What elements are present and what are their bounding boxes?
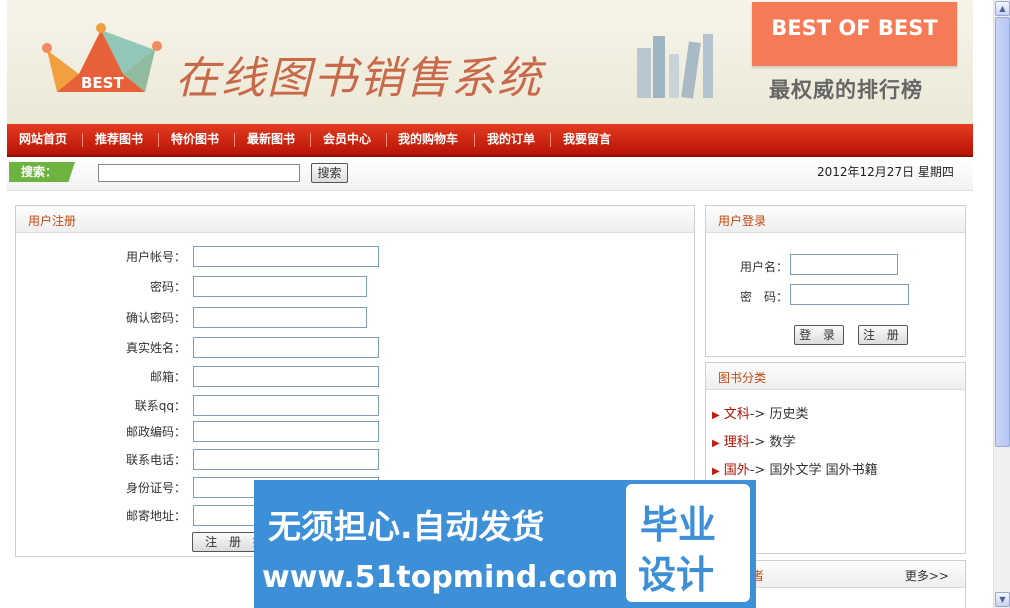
crown-logo-icon: BEST [42,23,162,92]
category-link-science[interactable]: 理科 [724,435,750,450]
login-panel-header: 用户登录 [706,206,965,233]
idcard-label: 身份证号： [125,481,186,495]
category-title: 图书分类 [718,371,767,385]
category-row: ▶ 文科-> 历史类 [712,403,808,422]
site-title: 在线图书销售系统 [175,53,543,104]
login-panel: 用户登录 用户名： 密 码： 登 录 注 册 [705,205,966,357]
postcode-label: 邮政编码： [125,425,186,439]
nav-recommended[interactable]: 推荐图书 [95,124,143,155]
realname-label: 真实姓名： [125,341,186,355]
nav-orders[interactable]: 我的订单 [487,124,535,155]
nav-cart[interactable]: 我的购物车 [398,124,458,155]
email-label: 邮箱： [149,370,186,384]
watermark-badge-line1: 毕业 [640,503,717,547]
category-row: ▶ 国外-> 国外文学 国外书籍 [712,459,878,478]
category-sep: -> [749,435,766,450]
login-username-input[interactable] [790,254,898,275]
nav-separator [158,133,159,147]
nav-separator [474,133,475,147]
account-input[interactable] [193,246,379,267]
nav-special[interactable]: 特价图书 [171,124,219,155]
nav-member-center[interactable]: 会员中心 [323,124,371,155]
nav-home[interactable]: 网站首页 [19,124,67,155]
address-label: 邮寄地址： [125,509,186,523]
nav-separator [386,133,387,147]
search-input[interactable] [98,164,300,182]
email-input[interactable] [193,366,379,387]
phone-label: 联系电话： [125,453,186,467]
category-row: ▶ 理科-> 数学 [712,431,795,450]
search-label: 搜索： [9,162,75,182]
scroll-up-icon[interactable]: ▲ [995,1,1010,16]
register-panel-header: 用户注册 [16,206,694,233]
watermark-url: www.51topmind.com [262,560,619,595]
category-sep: -> [749,407,766,422]
watermark-badge-line2: 设计 [638,553,715,597]
nav-separator [310,133,311,147]
vertical-scrollbar[interactable]: ▲ ▼ [993,0,1010,608]
qq-input[interactable] [193,395,379,416]
category-link-liberal-arts[interactable]: 文科 [724,407,750,422]
login-register-button[interactable]: 注 册 [858,325,908,345]
current-date: 2012年12月27日 星期四 [817,165,954,179]
postcode-input[interactable] [193,421,379,442]
arrow-right-icon: ▶ [712,410,720,421]
scroll-thumb[interactable] [995,17,1010,447]
subcategory-links[interactable]: 数学 [769,435,795,450]
login-button[interactable]: 登 录 [794,325,844,345]
books-icon [637,34,713,99]
login-password-label: 密 码： [739,290,788,304]
login-password-input[interactable] [790,284,909,305]
register-title: 用户注册 [28,214,77,228]
confirm-password-label: 确认密码： [125,311,186,325]
nav-separator [234,133,235,147]
nav-message[interactable]: 我要留言 [563,124,611,155]
search-button[interactable]: 搜索 [311,163,348,183]
nav-separator [550,133,551,147]
site-banner: BEST 在线图书销售系统 BEST OF BEST 最权威的排行榜 [7,0,973,125]
phone-input[interactable] [193,449,379,470]
nav-separator [82,133,83,147]
watermark-overlay: 无须担心.自动发货 www.51topmind.com 毕业 设计 [254,480,756,608]
qq-label: 联系qq： [134,399,186,413]
login-title: 用户登录 [718,214,767,228]
category-link-foreign[interactable]: 国外 [724,463,750,478]
category-sep: -> [749,463,766,478]
subcategory-links[interactable]: 国外文学 国外书籍 [769,463,877,478]
watermark-badge: 毕业 设计 [626,484,750,602]
main-nav: 网站首页 推荐图书 特价图书 最新图书 会员中心 我的购物车 我的订单 我要留言 [7,124,973,157]
search-bar: 搜索： 搜索 2012年12月27日 星期四 [7,157,973,191]
realname-input[interactable] [193,337,379,358]
username-label: 用户名： [739,260,788,274]
arrow-right-icon: ▶ [712,466,720,477]
ranking-slogan: 最权威的排行榜 [769,78,923,102]
best-of-best-tag: BEST OF BEST [752,2,957,66]
account-label: 用户帐号： [125,250,186,264]
category-panel-header: 图书分类 [706,363,965,390]
nav-new-books[interactable]: 最新图书 [247,124,295,155]
password-input[interactable] [193,276,367,297]
scroll-down-icon[interactable]: ▼ [995,592,1010,607]
logo-text: BEST [81,74,124,92]
confirm-password-input[interactable] [193,307,367,328]
password-label: 密码： [149,280,186,294]
page: BEST 在线图书销售系统 BEST OF BEST 最权威的排行榜 网站首页 … [0,0,993,608]
arrow-right-icon: ▶ [712,438,720,449]
more-link[interactable]: 更多>> [905,567,949,584]
subcategory-links[interactable]: 历史类 [769,407,808,422]
watermark-line1: 无须担心.自动发货 [268,507,545,546]
